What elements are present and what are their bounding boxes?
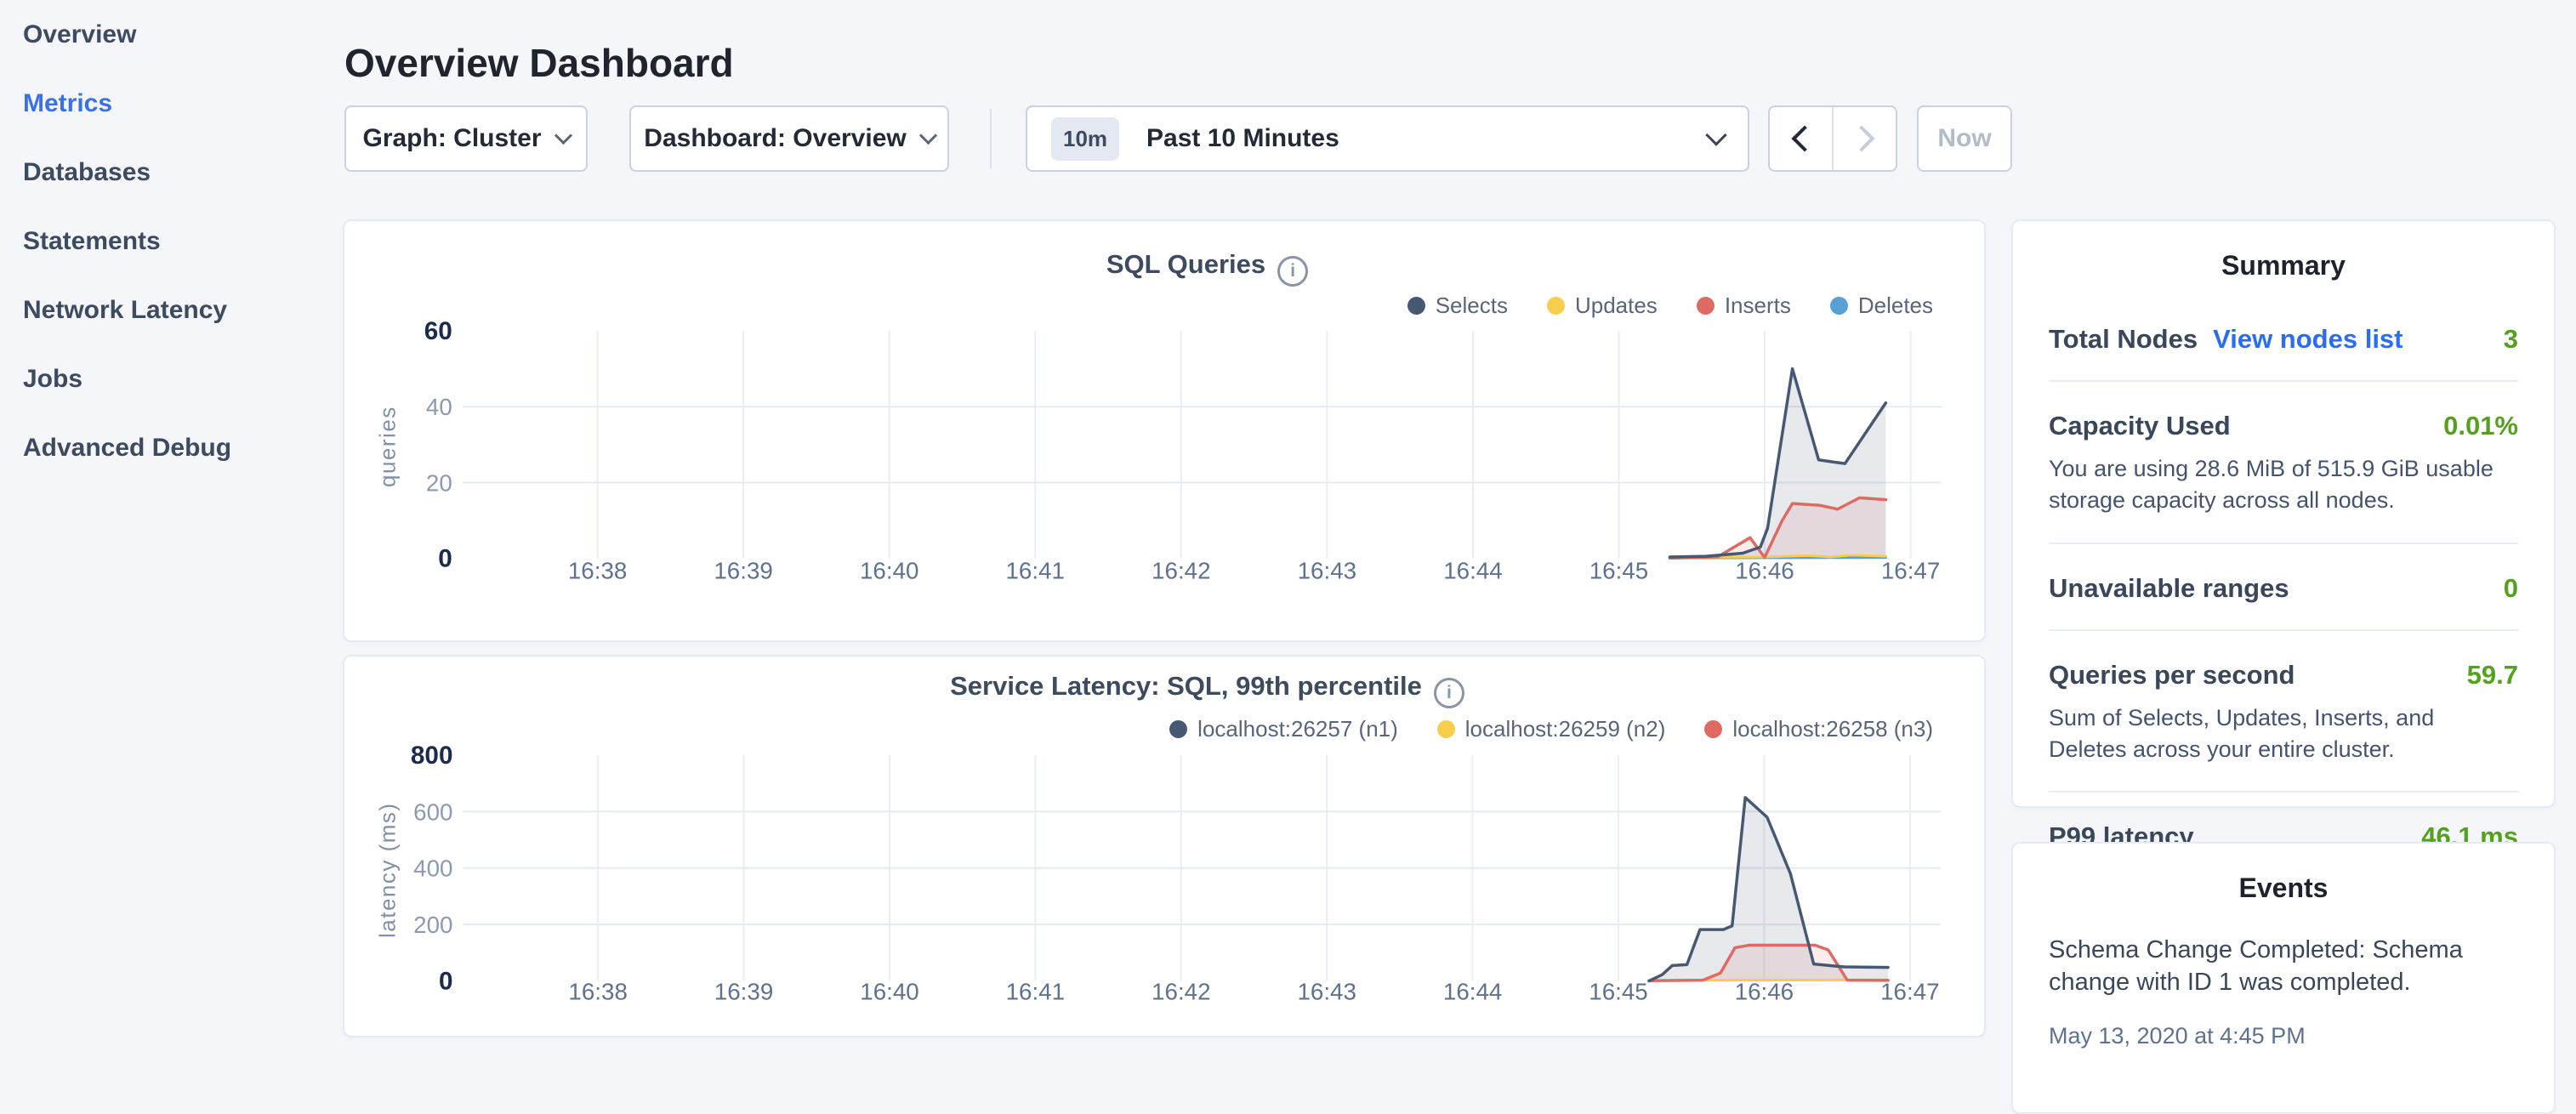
svg-text:16:43: 16:43	[1298, 558, 1356, 584]
summary-description: You are using 28.6 MiB of 515.9 GiB usab…	[2049, 453, 2518, 517]
events-panel: Events Schema Change Completed: Schema c…	[2011, 842, 2556, 1114]
event-message: Schema Change Completed: Schema change w…	[2049, 935, 2518, 998]
svg-text:16:42: 16:42	[1152, 978, 1210, 1004]
chevron-down-icon	[919, 126, 937, 144]
divider	[2049, 791, 2518, 793]
svg-text:600: 600	[413, 799, 452, 825]
svg-text:16:40: 16:40	[860, 558, 918, 584]
svg-text:16:46: 16:46	[1735, 558, 1794, 584]
chart-series	[1669, 369, 1885, 559]
svg-text:60: 60	[424, 317, 452, 345]
svg-text:16:42: 16:42	[1152, 558, 1210, 584]
svg-text:200: 200	[413, 912, 452, 938]
sidebar-item-network-latency[interactable]: Network Latency	[0, 276, 333, 344]
svg-text:16:45: 16:45	[1589, 558, 1648, 584]
svg-text:20: 20	[426, 469, 452, 496]
summary-value: 3	[2504, 324, 2518, 355]
svg-text:16:38: 16:38	[568, 978, 627, 1004]
time-prev-button[interactable]	[1770, 107, 1834, 170]
summary-row-total-nodes: Total Nodes View nodes list 3	[2049, 324, 2518, 355]
sidebar-item-statements[interactable]: Statements	[0, 207, 333, 276]
sidebar-item-databases[interactable]: Databases	[0, 138, 333, 207]
summary-description: Sum of Selects, Updates, Inserts, and De…	[2049, 702, 2518, 766]
svg-text:40: 40	[426, 394, 452, 420]
svg-text:400: 400	[413, 855, 452, 882]
sidebar: Overview Metrics Databases Statements Ne…	[0, 0, 333, 482]
summary-panel: Summary Total Nodes View nodes list 3 Ca…	[2011, 219, 2556, 808]
svg-text:16:46: 16:46	[1735, 978, 1794, 1004]
svg-text:0: 0	[438, 545, 452, 573]
svg-text:16:39: 16:39	[714, 558, 772, 584]
service-latency-card: Service Latency: SQL, 99th percentilei l…	[343, 655, 1986, 1037]
summary-label: Total Nodes	[2049, 324, 2198, 355]
summary-row-unavailable-ranges: Unavailable ranges 0	[2049, 573, 2518, 604]
divider	[2049, 543, 2518, 544]
divider	[2049, 629, 2518, 631]
svg-text:16:44: 16:44	[1443, 978, 1502, 1004]
time-nav-buttons	[1768, 105, 1897, 172]
sidebar-item-jobs[interactable]: Jobs	[0, 344, 333, 413]
graph-dropdown-label: Graph: Cluster	[362, 124, 541, 153]
svg-text:16:47: 16:47	[1881, 558, 1940, 584]
svg-text:16:47: 16:47	[1880, 978, 1939, 1004]
chevron-right-icon	[1848, 125, 1874, 151]
svg-text:16:45: 16:45	[1589, 978, 1647, 1004]
summary-label: Capacity Used	[2049, 411, 2231, 441]
dashboard-dropdown-label: Dashboard: Overview	[644, 124, 906, 153]
svg-text:16:41: 16:41	[1005, 558, 1064, 584]
events-title: Events	[2013, 872, 2554, 904]
view-nodes-list-link[interactable]: View nodes list	[2213, 324, 2403, 355]
divider	[2049, 380, 2518, 382]
svg-text:0: 0	[439, 967, 453, 995]
time-range-selector[interactable]: 10m Past 10 Minutes	[1026, 105, 1749, 172]
chart-grid	[463, 331, 1942, 559]
page-title: Overview Dashboard	[344, 40, 734, 86]
sql-queries-chart[interactable]: 16:38 16:39 16:40 16:41 16:42 16:43 16:44 16:45…	[344, 221, 1984, 640]
sql-queries-card: SQL Queriesi Selects Updates Inserts Del…	[343, 219, 1986, 642]
summary-row-qps: Queries per second 59.7	[2049, 660, 2518, 691]
sidebar-item-metrics[interactable]: Metrics	[0, 69, 333, 138]
svg-text:16:41: 16:41	[1006, 978, 1065, 1004]
chevron-left-icon	[1791, 125, 1817, 151]
dashboard-dropdown[interactable]: Dashboard: Overview	[629, 105, 949, 172]
summary-value: 59.7	[2467, 660, 2518, 691]
summary-title: Summary	[2013, 250, 2554, 281]
svg-text:16:44: 16:44	[1443, 558, 1502, 584]
sidebar-item-advanced-debug[interactable]: Advanced Debug	[0, 413, 333, 482]
chart-axis-labels: 16:38 16:39 16:40 16:41 16:42 16:43 16:44 16:45…	[424, 317, 1941, 584]
chart-series	[1649, 798, 1888, 981]
summary-body: Total Nodes View nodes list 3 Capacity U…	[2013, 324, 2554, 852]
summary-value: 0	[2504, 573, 2518, 604]
chevron-down-icon	[1705, 124, 1726, 145]
graph-dropdown[interactable]: Graph: Cluster	[344, 105, 588, 172]
svg-text:800: 800	[411, 742, 453, 770]
time-range-badge: 10m	[1051, 117, 1119, 161]
summary-row-capacity: Capacity Used 0.01%	[2049, 411, 2518, 441]
now-button[interactable]: Now	[1917, 105, 2012, 172]
svg-text:16:38: 16:38	[568, 558, 627, 584]
summary-value: 0.01%	[2443, 411, 2518, 441]
time-next-button[interactable]	[1834, 107, 1896, 170]
summary-label: Queries per second	[2049, 660, 2295, 691]
svg-text:16:40: 16:40	[860, 978, 918, 1004]
sidebar-item-overview[interactable]: Overview	[0, 0, 333, 69]
service-latency-chart[interactable]: 16:38 16:39 16:40 16:41 16:42 16:43 16:44 16:45…	[344, 656, 1984, 1036]
chevron-down-icon	[554, 126, 571, 144]
toolbar-divider	[990, 109, 992, 168]
svg-text:16:43: 16:43	[1297, 978, 1356, 1004]
event-timestamp: May 13, 2020 at 4:45 PM	[2049, 1023, 2518, 1049]
events-body: Schema Change Completed: Schema change w…	[2013, 935, 2554, 1049]
time-range-label: Past 10 Minutes	[1146, 124, 1709, 153]
svg-text:16:39: 16:39	[714, 978, 773, 1004]
summary-label: Unavailable ranges	[2049, 573, 2289, 604]
